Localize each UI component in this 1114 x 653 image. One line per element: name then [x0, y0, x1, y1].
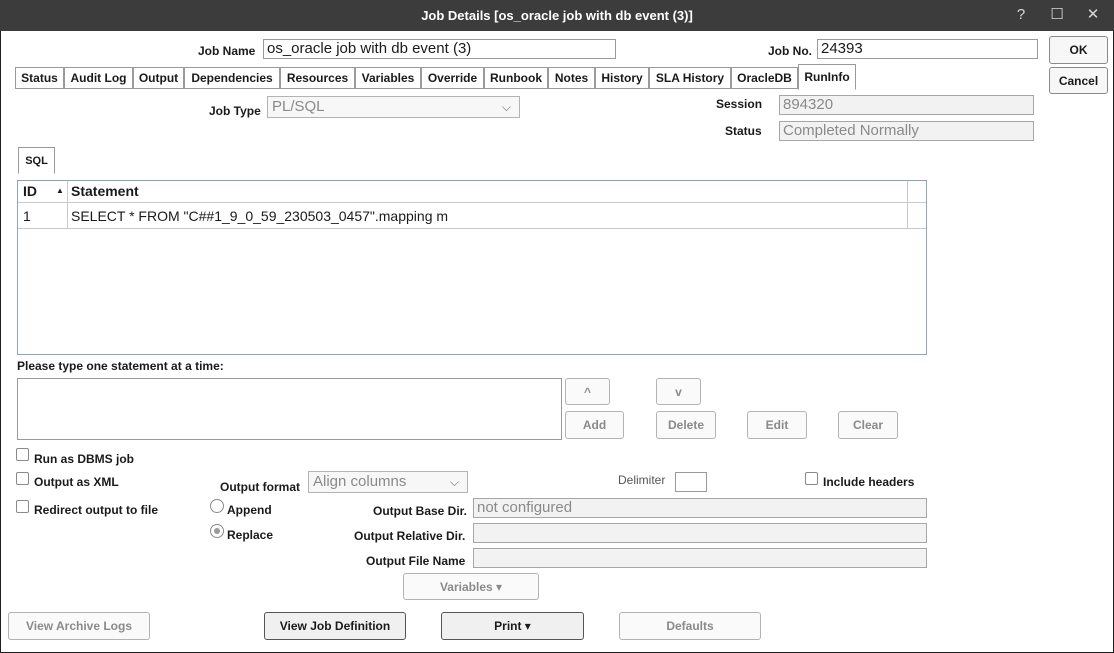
- column-divider: [907, 181, 908, 229]
- move-up-button[interactable]: ^: [565, 378, 610, 405]
- clear-button[interactable]: Clear: [838, 411, 898, 439]
- title-bar: Job Details [os_oracle job with db event…: [0, 0, 1114, 31]
- chevron-down-icon: ⌵: [501, 100, 511, 114]
- output-base-dir-label: Output Base Dir.: [373, 504, 468, 518]
- add-button[interactable]: Add: [565, 411, 624, 439]
- tab-sla-history[interactable]: SLA History: [649, 67, 731, 89]
- grid-header: ID ▲ Statement: [18, 181, 926, 203]
- output-format-select[interactable]: Align columns ⌵: [308, 471, 468, 493]
- output-file-name-field: [473, 548, 927, 568]
- job-type-select[interactable]: PL/SQL ⌵: [267, 96, 520, 118]
- output-base-dir-field: not configured: [473, 498, 927, 518]
- delimiter-label: Delimiter: [618, 473, 666, 487]
- tab-dependencies[interactable]: Dependencies: [184, 67, 280, 89]
- tab-variables[interactable]: Variables: [355, 67, 421, 89]
- tab-resources[interactable]: Resources: [280, 67, 355, 89]
- status-field: Completed Normally: [779, 121, 1034, 141]
- help-icon[interactable]: ?: [1010, 5, 1032, 25]
- window-title: Job Details [os_oracle job with db event…: [421, 8, 693, 23]
- job-no-field[interactable]: 24393: [817, 39, 1038, 59]
- job-type-value: PL/SQL: [272, 98, 325, 115]
- move-down-button[interactable]: v: [656, 378, 701, 405]
- table-row[interactable]: 1 SELECT * FROM "C##1_9_0_59_230503_0457…: [18, 204, 926, 229]
- delete-button[interactable]: Delete: [656, 411, 716, 439]
- ok-button[interactable]: OK: [1049, 36, 1108, 64]
- output-as-xml-checkbox[interactable]: [16, 472, 29, 485]
- run-as-dbms-checkbox[interactable]: [16, 448, 29, 461]
- status-label: Status: [725, 124, 762, 138]
- defaults-button[interactable]: Defaults: [619, 612, 761, 640]
- statement-prompt-label: Please type one statement at a time:: [17, 359, 224, 373]
- output-format-value: Align columns: [313, 473, 407, 490]
- view-archive-logs-button[interactable]: View Archive Logs: [8, 612, 150, 640]
- row-statement: SELECT * FROM "C##1_9_0_59_230503_0457".…: [71, 208, 449, 224]
- session-label: Session: [716, 97, 763, 111]
- replace-radio[interactable]: [210, 524, 224, 538]
- run-as-dbms-label: Run as DBMS job: [34, 452, 135, 466]
- column-header-statement[interactable]: Statement: [71, 183, 139, 199]
- edit-button[interactable]: Edit: [747, 411, 807, 439]
- maximize-icon[interactable]: ☐: [1046, 5, 1068, 25]
- tab-sql[interactable]: SQL: [18, 147, 55, 174]
- tab-status[interactable]: Status: [15, 67, 64, 89]
- output-relative-dir-label: Output Relative Dir.: [354, 529, 466, 543]
- job-name-label: Job Name: [198, 44, 256, 58]
- job-no-label: Job No.: [768, 44, 812, 58]
- sort-ascending-icon: ▲: [56, 186, 64, 195]
- statement-grid: ID ▲ Statement 1 SELECT * FROM "C##1_9_0…: [17, 180, 927, 355]
- include-headers-checkbox[interactable]: [805, 472, 818, 485]
- output-as-xml-label: Output as XML: [34, 475, 119, 489]
- redirect-output-checkbox[interactable]: [16, 500, 29, 513]
- output-relative-dir-field: [473, 523, 927, 543]
- tab-runinfo[interactable]: RunInfo: [798, 64, 856, 90]
- view-job-definition-button[interactable]: View Job Definition: [264, 612, 406, 640]
- statement-input[interactable]: [17, 378, 562, 440]
- delimiter-field[interactable]: [675, 472, 707, 492]
- column-divider: [67, 181, 68, 229]
- column-header-id[interactable]: ID: [23, 183, 37, 199]
- close-icon[interactable]: ✕: [1082, 5, 1104, 25]
- tab-runbook[interactable]: Runbook: [484, 67, 548, 89]
- tab-output[interactable]: Output: [133, 67, 184, 89]
- tab-notes[interactable]: Notes: [548, 67, 595, 89]
- job-name-field[interactable]: os_oracle job with db event (3): [263, 39, 616, 59]
- tab-history[interactable]: History: [595, 67, 649, 89]
- chevron-down-icon: ⌵: [449, 475, 459, 489]
- cancel-button[interactable]: Cancel: [1049, 67, 1108, 94]
- session-field: 894320: [779, 95, 1034, 115]
- tab-audit-log[interactable]: Audit Log: [64, 67, 133, 89]
- redirect-output-label: Redirect output to file: [34, 503, 158, 517]
- tab-override[interactable]: Override: [421, 67, 484, 89]
- variables-dropdown-button[interactable]: Variables ▾: [403, 573, 539, 600]
- append-radio[interactable]: [210, 499, 224, 513]
- row-id: 1: [23, 208, 31, 224]
- include-headers-label: Include headers: [823, 475, 915, 489]
- append-label: Append: [227, 503, 272, 517]
- replace-label: Replace: [227, 528, 274, 542]
- tab-oracledb[interactable]: OracleDB: [731, 67, 798, 89]
- output-file-name-label: Output File Name: [366, 554, 466, 568]
- print-dropdown-button[interactable]: Print ▾: [441, 612, 584, 640]
- output-format-label: Output format: [220, 480, 300, 494]
- job-type-label: Job Type: [209, 104, 261, 118]
